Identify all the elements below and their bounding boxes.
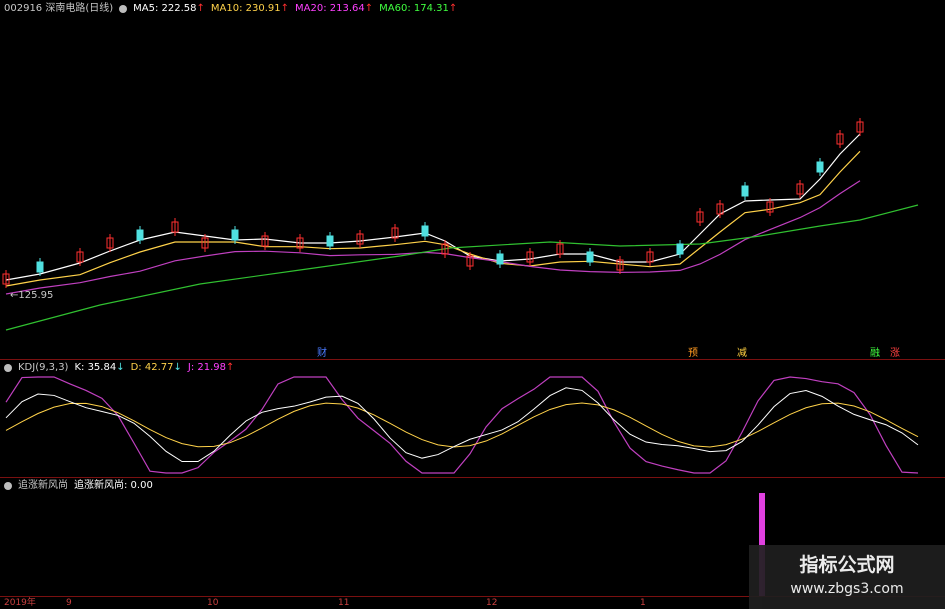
chart-window[interactable]: 002916 深南电路(日线) MA5: 222.58↑ MA10: 230.9… xyxy=(0,0,945,609)
ma10-label: MA10: 230.91↑ xyxy=(210,3,290,14)
ma5-label: MA5: 222.58↑ xyxy=(133,3,205,14)
ma10-line xyxy=(5,150,861,287)
candle-body xyxy=(231,229,239,241)
watermark-title: 指标公式网 xyxy=(799,554,895,576)
ma20-line xyxy=(5,180,861,295)
indicator-name[interactable]: 追涨新风尚 xyxy=(18,479,68,493)
ma5-line xyxy=(5,133,861,281)
indicator-settings-circle-icon[interactable] xyxy=(4,482,12,490)
d-arrow-icon: ↓ xyxy=(173,362,182,373)
ma60-arrow-icon: ↑ xyxy=(448,3,458,14)
watermark-url: www.zbgs3.com xyxy=(790,581,904,597)
panel-separator-2[interactable] xyxy=(0,477,945,478)
ma20-label: MA20: 213.64↑ xyxy=(295,3,374,14)
ma5-arrow-icon: ↑ xyxy=(196,3,205,14)
kdj-d-label: D: 42.77↓ xyxy=(130,362,182,373)
settings-circle-icon[interactable] xyxy=(119,5,128,13)
x-axis-label: 12 xyxy=(486,598,498,608)
stock-title[interactable]: 002916 深南电路(日线) xyxy=(4,2,113,16)
candle-body xyxy=(676,243,684,255)
j-line xyxy=(5,376,919,474)
candlestick-chart[interactable] xyxy=(0,16,945,358)
ma60-line xyxy=(5,204,919,331)
x-axis-label: 11 xyxy=(338,598,350,608)
k-arrow-icon: ↓ xyxy=(116,362,125,373)
indicator-value: 追涨新风尚: 0.00 xyxy=(74,480,153,491)
price-header: 002916 深南电路(日线) MA5: 222.58↑ MA10: 230.9… xyxy=(4,2,457,16)
candle-body xyxy=(586,251,594,263)
j-arrow-icon: ↑ xyxy=(226,362,235,373)
candle-body xyxy=(496,253,504,265)
low-price-label: ←125.95 xyxy=(10,290,54,301)
candle-body xyxy=(421,225,429,237)
d-line xyxy=(5,402,919,448)
panel-separator[interactable] xyxy=(0,359,945,360)
x-axis-label: 1 xyxy=(640,598,646,608)
indicator-header: 追涨新风尚 追涨新风尚: 0.00 xyxy=(4,479,153,493)
candle-body xyxy=(741,185,749,197)
candle-body xyxy=(326,235,334,247)
k-line xyxy=(5,387,919,463)
kdj-name[interactable]: KDJ(9,3,3) xyxy=(18,361,68,375)
watermark: 指标公式网 www.zbgs3.com xyxy=(749,545,945,609)
kdj-header: KDJ(9,3,3) K: 35.84↓ D: 42.77↓ J: 21.98↑ xyxy=(4,361,234,375)
ma10-arrow-icon: ↑ xyxy=(280,3,290,14)
ma60-label: MA60: 174.31↑ xyxy=(379,3,458,14)
kdj-chart[interactable] xyxy=(0,375,945,475)
kdj-j-label: J: 21.98↑ xyxy=(187,362,235,373)
candle-body xyxy=(36,261,44,273)
x-axis-label: 9 xyxy=(66,598,72,608)
x-axis-label: 10 xyxy=(207,598,219,608)
kdj-k-label: K: 35.84↓ xyxy=(74,362,125,373)
ma20-arrow-icon: ↑ xyxy=(364,3,374,14)
candle-body xyxy=(816,161,824,173)
candle-body xyxy=(136,229,144,241)
x-axis-label: 2019年 xyxy=(4,598,36,608)
kdj-settings-circle-icon[interactable] xyxy=(4,364,12,372)
